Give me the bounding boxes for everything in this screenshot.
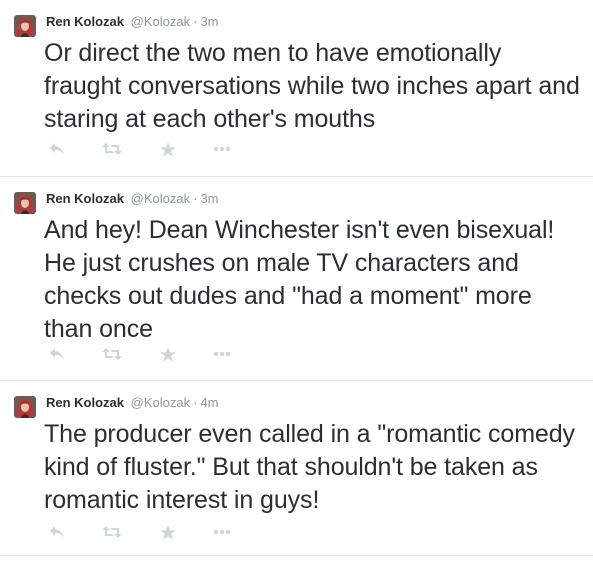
avatar[interactable] — [14, 396, 36, 418]
tweet-header: Ren Kolozak @Kolozak · 3m — [46, 190, 219, 208]
more-icon — [213, 146, 231, 152]
more-icon — [213, 529, 231, 535]
author-name[interactable]: Ren Kolozak — [46, 191, 124, 206]
favorite-button[interactable] — [157, 139, 179, 159]
star-icon — [160, 346, 176, 361]
retweet-button[interactable] — [101, 344, 123, 364]
author-name[interactable]: Ren Kolozak — [46, 395, 124, 410]
separator-dot: · — [193, 14, 198, 29]
retweet-icon — [102, 348, 122, 360]
avatar[interactable] — [14, 15, 36, 37]
separator-dot: · — [193, 191, 198, 206]
tweet-text: And hey! Dean Winchester isn't even bise… — [44, 216, 555, 343]
retweet-icon — [102, 143, 122, 155]
tweet-header: Ren Kolozak @Kolozak · 3m — [46, 13, 219, 31]
tweet-text: The producer even called in a "romantic … — [44, 420, 575, 514]
retweet-button[interactable] — [101, 522, 123, 542]
tweet-actions — [46, 522, 246, 542]
more-icon — [213, 351, 231, 357]
favorite-button[interactable] — [157, 522, 179, 542]
tweet[interactable]: Ren Kolozak @Kolozak · 4m The producer eve… — [0, 381, 593, 556]
tweet-timestamp[interactable]: 3m — [200, 191, 218, 206]
retweet-icon — [102, 526, 122, 538]
star-icon — [160, 141, 176, 156]
more-button[interactable] — [211, 139, 233, 159]
favorite-button[interactable] — [157, 344, 179, 364]
tweet[interactable]: Ren Kolozak @Kolozak · 3m Or direct the tw… — [0, 0, 593, 177]
tweet-actions — [46, 344, 246, 364]
reply-button[interactable] — [46, 344, 68, 364]
author-handle[interactable]: @Kolozak — [131, 395, 190, 410]
reply-icon — [50, 143, 64, 155]
author-name[interactable]: Ren Kolozak — [46, 14, 124, 29]
tweet-timestamp[interactable]: 3m — [200, 14, 218, 29]
more-button[interactable] — [211, 344, 233, 364]
tweet-header: Ren Kolozak @Kolozak · 4m — [46, 394, 219, 412]
more-button[interactable] — [211, 522, 233, 542]
reply-icon — [50, 526, 64, 538]
reply-button[interactable] — [46, 139, 68, 159]
retweet-button[interactable] — [101, 139, 123, 159]
separator-dot: · — [193, 395, 198, 410]
star-icon — [160, 524, 176, 539]
avatar[interactable] — [14, 192, 36, 214]
author-handle[interactable]: @Kolozak — [131, 191, 190, 206]
tweet-timeline: Ren Kolozak @Kolozak · 3m Or direct the tw… — [0, 0, 593, 561]
reply-icon — [50, 348, 64, 360]
tweet-actions — [46, 139, 246, 159]
tweet[interactable]: Ren Kolozak @Kolozak · 3m And hey! Dean Wi… — [0, 177, 593, 381]
tweet-text: Or direct the two men to have emotionall… — [44, 39, 580, 133]
tweet-timestamp[interactable]: 4m — [200, 395, 218, 410]
reply-button[interactable] — [46, 522, 68, 542]
author-handle[interactable]: @Kolozak — [131, 14, 190, 29]
